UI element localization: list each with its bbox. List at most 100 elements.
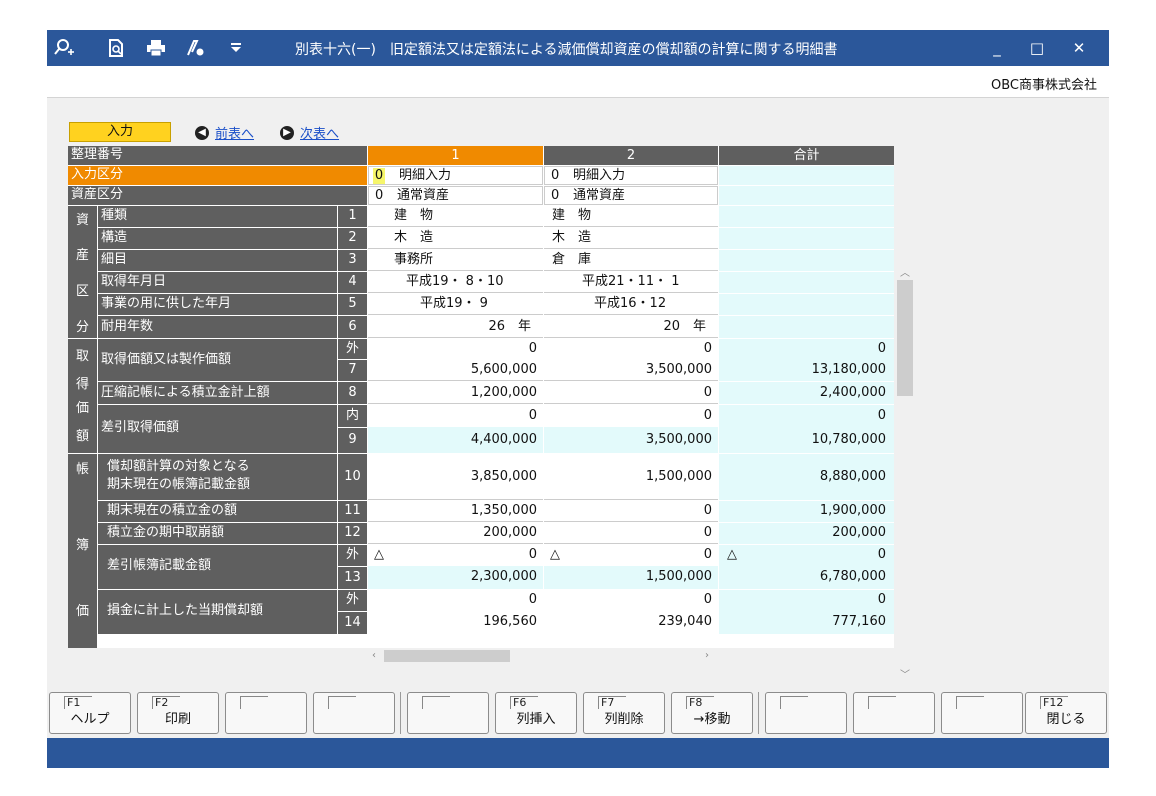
find-icon[interactable] [103, 35, 129, 61]
triangle-mark-total: △ [727, 547, 737, 562]
asset-type-code-1[interactable]: 0 [375, 188, 383, 204]
row2-cell-2[interactable]: 木 造 [544, 228, 718, 249]
maximize-button[interactable]: □ [1023, 36, 1051, 60]
f10-button[interactable] [853, 692, 935, 734]
row7-sub-cell-1[interactable]: 0 [368, 339, 543, 359]
f1-help-button[interactable]: F1 ヘルプ [49, 692, 131, 734]
f11-button[interactable] [941, 692, 1023, 734]
row1-cell-2[interactable]: 建 物 [544, 206, 718, 227]
row-label-5: 事業の用に供した年月 [98, 294, 337, 315]
group-char: 産 [75, 248, 89, 263]
scroll-right-icon[interactable]: › [705, 650, 709, 661]
row-label-2: 構造 [98, 228, 337, 249]
prev-table-label[interactable]: 前表へ [215, 123, 254, 142]
row-number-11: 11 [338, 501, 367, 522]
row4-cell-1[interactable]: 平成19・ 8・10 [368, 272, 543, 293]
row12-cell-1[interactable]: 200,000 [368, 523, 543, 544]
row12-cell-2[interactable]: 0 [544, 523, 718, 544]
row9-cell-1: 4,400,000 [368, 427, 543, 453]
row7-cell-1[interactable]: 5,600,000 [368, 359, 543, 381]
group-char: 区 [75, 284, 89, 299]
search-plus-icon[interactable] [51, 35, 77, 61]
scroll-down-icon[interactable]: ﹀ [900, 666, 910, 681]
f12-close-button[interactable]: F12 閉じる [1025, 692, 1107, 734]
row14-cell-2[interactable]: 239,040 [544, 611, 718, 634]
row14-cell-1[interactable]: 196,560 [368, 611, 543, 634]
row14-sub-cell-2[interactable]: 0 [544, 590, 718, 611]
printer-icon[interactable] [143, 35, 169, 61]
row-subnum-14: 外 [338, 590, 367, 611]
minimize-button[interactable]: _ [983, 36, 1011, 60]
row9-sub-total: 0 [719, 405, 894, 427]
f6-insert-column-button[interactable]: F6 列挿入 [495, 692, 577, 734]
row4-cell-2[interactable]: 平成21・11・ 1 [544, 272, 718, 293]
row5-cell-2[interactable]: 平成16・12 [544, 294, 718, 315]
vertical-scrollbar[interactable]: ︿ ﹀ [897, 262, 913, 682]
group-char: 資 [75, 213, 89, 228]
row-subnum-7: 外 [338, 339, 367, 359]
next-table-link[interactable]: ▶ 次表へ [280, 123, 339, 142]
dropdown-icon[interactable] [223, 35, 249, 61]
row1-total [719, 206, 894, 227]
row8-cell-2[interactable]: 0 [544, 382, 718, 404]
row5-cell-1[interactable]: 平成19・ 9 [368, 294, 543, 315]
row14-sub-cell-1[interactable]: 0 [368, 590, 543, 611]
column-header-1[interactable]: 1 [368, 146, 543, 165]
group-char: 帳 [75, 462, 89, 477]
row1-cell-1[interactable]: 建 物 [368, 206, 543, 227]
schedule-table: 整理番号 1 2 合計 入力区分 0 明細入力 0 明細入力 資産区分 0 通常… [68, 146, 894, 648]
f3-button[interactable] [225, 692, 307, 734]
row10-cell-2[interactable]: 1,500,000 [544, 454, 718, 500]
f9-button[interactable] [765, 692, 847, 734]
row10-cell-1[interactable]: 3,850,000 [368, 454, 543, 500]
asset-type-label: 資産区分 [68, 186, 367, 205]
close-button[interactable]: ✕ [1065, 36, 1093, 60]
horizontal-scrollbar[interactable]: ‹ › [369, 648, 713, 664]
row8-cell-1[interactable]: 1,200,000 [368, 382, 543, 404]
row-number-5: 5 [338, 294, 367, 315]
row9-sub-cell-2[interactable]: 0 [544, 405, 718, 427]
row6-cell-2[interactable]: 20 年 [544, 316, 718, 338]
scroll-left-icon[interactable]: ‹ [372, 650, 376, 661]
row3-cell-2[interactable]: 倉 庫 [544, 250, 718, 271]
row13-sub-cell-1[interactable]: △ 0 [368, 545, 543, 566]
row3-cell-1[interactable]: 事務所 [368, 250, 543, 271]
group-char: 取 [75, 349, 89, 364]
column-header-2[interactable]: 2 [544, 146, 718, 165]
vertical-scroll-thumb[interactable] [897, 280, 913, 396]
row11-cell-2[interactable]: 0 [544, 501, 718, 522]
input-type-cell-1[interactable]: 0 明細入力 [368, 166, 543, 185]
f8-move-button[interactable]: F8 →移動 [671, 692, 753, 734]
fkey-code [240, 696, 268, 709]
asset-type-cell-1[interactable]: 0 通常資産 [368, 186, 543, 205]
row2-cell-1[interactable]: 木 造 [368, 228, 543, 249]
signature-icon[interactable] [183, 35, 209, 61]
fkey-divider [758, 692, 759, 734]
row13-sub-cell-2[interactable]: △ 0 [544, 545, 718, 566]
input-type-cell-2[interactable]: 0 明細入力 [544, 166, 718, 185]
asset-type-code-2[interactable]: 0 [551, 188, 559, 204]
fkey-code [422, 696, 450, 709]
row-subnum-9: 内 [338, 405, 367, 427]
input-type-code-1[interactable]: 0 [373, 168, 385, 184]
row-number-4: 4 [338, 272, 367, 293]
row7-sub-cell-2[interactable]: 0 [544, 339, 718, 359]
row-number-1: 1 [338, 206, 367, 227]
next-table-label[interactable]: 次表へ [300, 123, 339, 142]
f2-print-button[interactable]: F2 印刷 [137, 692, 219, 734]
f5-button[interactable] [407, 692, 489, 734]
input-type-text-1: 明細入力 [399, 168, 452, 183]
f4-button[interactable] [313, 692, 395, 734]
row11-cell-1[interactable]: 1,350,000 [368, 501, 543, 522]
f7-delete-column-button[interactable]: F7 列削除 [583, 692, 665, 734]
row-label-1: 種類 [98, 206, 337, 227]
horizontal-scroll-thumb[interactable] [384, 650, 510, 662]
scroll-up-icon[interactable]: ︿ [900, 264, 910, 279]
asset-type-cell-2[interactable]: 0 通常資産 [544, 186, 718, 205]
input-type-code-2[interactable]: 0 [551, 168, 559, 184]
window-title: 別表十六(一) 旧定額法又は定額法による減価償却資産の償却額の計算に関する明細書 [295, 42, 838, 58]
prev-table-link[interactable]: ◀ 前表へ [195, 123, 254, 142]
row6-cell-1[interactable]: 26 年 [368, 316, 543, 338]
row9-sub-cell-1[interactable]: 0 [368, 405, 543, 427]
row7-cell-2[interactable]: 3,500,000 [544, 359, 718, 381]
